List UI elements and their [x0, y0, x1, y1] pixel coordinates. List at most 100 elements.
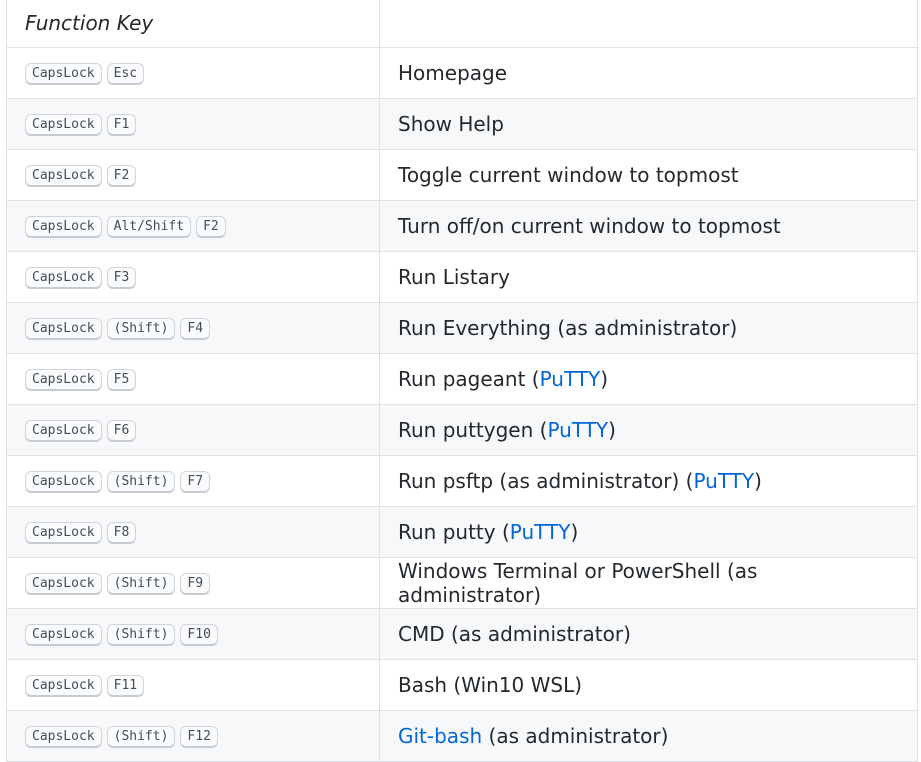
shortcut-keys-cell: CapsLock F2 [6, 149, 380, 201]
kbd-key: CapsLock [25, 470, 102, 493]
table-row: CapsLock (Shift) F7 Run psftp (as administr… [6, 455, 918, 507]
shortcut-description-cell: Bash (Win10 WSL) [379, 659, 918, 711]
kbd-key: F8 [106, 521, 137, 544]
shortcut-keys-cell: CapsLock (Shift) F12 [6, 710, 380, 762]
shortcut-description-cell: Run Listary [379, 251, 918, 303]
table-row: CapsLock F2 Toggle current window to topmo… [6, 149, 918, 201]
table-row: CapsLock F8 Run putty (PuTTY) [6, 506, 918, 558]
git-bash-link[interactable]: Git-bash [398, 724, 482, 748]
kbd-key: CapsLock [25, 674, 102, 697]
shortcut-table: Function Key CapsLock Esc Homepage CapsLock… [6, 0, 918, 762]
kbd-key: (Shift) [106, 623, 176, 646]
table-row: CapsLock F3 Run Listary [6, 251, 918, 303]
table-row: CapsLock (Shift) F12 Git-bash (as administr… [6, 710, 918, 762]
kbd-key: (Shift) [106, 317, 176, 340]
description-text: ) [570, 520, 579, 544]
kbd-key: F2 [106, 164, 137, 187]
kbd-key: (Shift) [106, 572, 176, 595]
description-text: Run Everything (as administrator) [398, 316, 738, 340]
description-text: Run putty ( [398, 520, 510, 544]
description-text: Toggle current window to topmost [398, 163, 739, 187]
putty-link[interactable]: PuTTY [510, 520, 571, 544]
shortcut-keys-cell: CapsLock (Shift) F7 [6, 455, 380, 507]
kbd-key: F12 [180, 725, 218, 748]
kbd-key: CapsLock [25, 317, 102, 340]
description-text: Run Listary [398, 265, 510, 289]
table-row: CapsLock Alt/Shift F2 Turn off/on current w… [6, 200, 918, 252]
shortcut-keys-cell: CapsLock (Shift) F9 [6, 557, 380, 609]
kbd-key: CapsLock [25, 521, 102, 544]
description-text: ) [600, 367, 609, 391]
table-row: CapsLock F1 Show Help [6, 98, 918, 150]
kbd-key: CapsLock [25, 266, 102, 289]
description-text: Turn off/on current window to topmost [398, 214, 781, 238]
shortcut-keys-cell: CapsLock (Shift) F4 [6, 302, 380, 354]
kbd-key: CapsLock [25, 725, 102, 748]
kbd-key: F2 [196, 215, 226, 238]
kbd-key: F3 [106, 266, 137, 289]
table-row: CapsLock F6 Run puttygen (PuTTY) [6, 404, 918, 456]
shortcut-description-cell: Run putty (PuTTY) [379, 506, 918, 558]
description-text: CMD (as administrator) [398, 622, 631, 646]
header-description [379, 0, 918, 48]
putty-link[interactable]: PuTTY [540, 367, 601, 391]
shortcut-description-cell: CMD (as administrator) [379, 608, 918, 660]
table-row: CapsLock (Shift) F4 Run Everything (as admi… [6, 302, 918, 354]
shortcut-table-body: Function Key CapsLock Esc Homepage CapsLock… [6, 0, 918, 762]
shortcut-keys-cell: CapsLock F6 [6, 404, 380, 456]
kbd-key: (Shift) [106, 470, 176, 493]
header-function-key: Function Key [6, 0, 380, 48]
putty-link[interactable]: PuTTY [547, 418, 608, 442]
description-text: Run puttygen ( [398, 418, 548, 442]
description-text: (as administrator) [482, 724, 669, 748]
description-text: Bash (Win10 WSL) [398, 673, 583, 697]
description-text: Show Help [398, 112, 504, 136]
shortcut-description-cell: Run Everything (as administrator) [379, 302, 918, 354]
shortcut-keys-cell: CapsLock F8 [6, 506, 380, 558]
kbd-key: Esc [106, 62, 145, 85]
shortcut-description-cell: Run psftp (as administrator) (PuTTY) [379, 455, 918, 507]
kbd-key: F5 [106, 368, 137, 391]
shortcut-description-cell: Toggle current window to topmost [379, 149, 918, 201]
shortcut-description-cell: Run puttygen (PuTTY) [379, 404, 918, 456]
shortcut-keys-cell: CapsLock (Shift) F10 [6, 608, 380, 660]
kbd-key: CapsLock [25, 113, 102, 136]
kbd-key: CapsLock [25, 623, 102, 646]
kbd-key: CapsLock [25, 419, 102, 442]
description-text: ) [754, 469, 762, 493]
shortcut-keys-cell: CapsLock Alt/Shift F2 [6, 200, 380, 252]
kbd-key: F9 [180, 572, 211, 595]
description-text: Windows Terminal or PowerShell (as admin… [398, 559, 758, 607]
shortcut-keys-cell: CapsLock F5 [6, 353, 380, 405]
table-row: CapsLock F5 Run pageant (PuTTY) [6, 353, 918, 405]
shortcut-description-cell: Homepage [379, 47, 918, 99]
kbd-key: F7 [180, 470, 211, 493]
description-text: ) [608, 418, 616, 442]
shortcut-keys-cell: CapsLock F11 [6, 659, 380, 711]
shortcut-description-cell: Git-bash (as administrator) [379, 710, 918, 762]
table-header-row: Function Key [6, 0, 918, 48]
kbd-key: F10 [180, 623, 218, 646]
shortcut-keys-cell: CapsLock F1 [6, 98, 380, 150]
kbd-key: CapsLock [25, 164, 102, 187]
shortcut-description-cell: Show Help [379, 98, 918, 150]
description-text: Run psftp (as administrator) ( [398, 469, 694, 493]
table-row: CapsLock (Shift) F9 Windows Terminal or Pow… [6, 557, 918, 609]
kbd-key: F4 [180, 317, 211, 340]
kbd-key: F1 [106, 113, 137, 136]
shortcut-keys-cell: CapsLock Esc [6, 47, 380, 99]
table-row: CapsLock Esc Homepage [6, 47, 918, 99]
shortcut-keys-cell: CapsLock F3 [6, 251, 380, 303]
kbd-key: F6 [106, 419, 137, 442]
table-row: CapsLock (Shift) F10 CMD (as administrator) [6, 608, 918, 660]
kbd-key: CapsLock [25, 62, 102, 85]
putty-link[interactable]: PuTTY [693, 469, 754, 493]
kbd-key: (Shift) [106, 725, 176, 748]
table-row: CapsLock F11 Bash (Win10 WSL) [6, 659, 918, 711]
kbd-key: CapsLock [25, 215, 102, 238]
shortcut-description-cell: Turn off/on current window to topmost [379, 200, 918, 252]
kbd-key: F11 [106, 674, 145, 697]
kbd-key: Alt/Shift [106, 215, 192, 238]
description-text: Homepage [398, 61, 508, 85]
kbd-key: CapsLock [25, 368, 102, 391]
